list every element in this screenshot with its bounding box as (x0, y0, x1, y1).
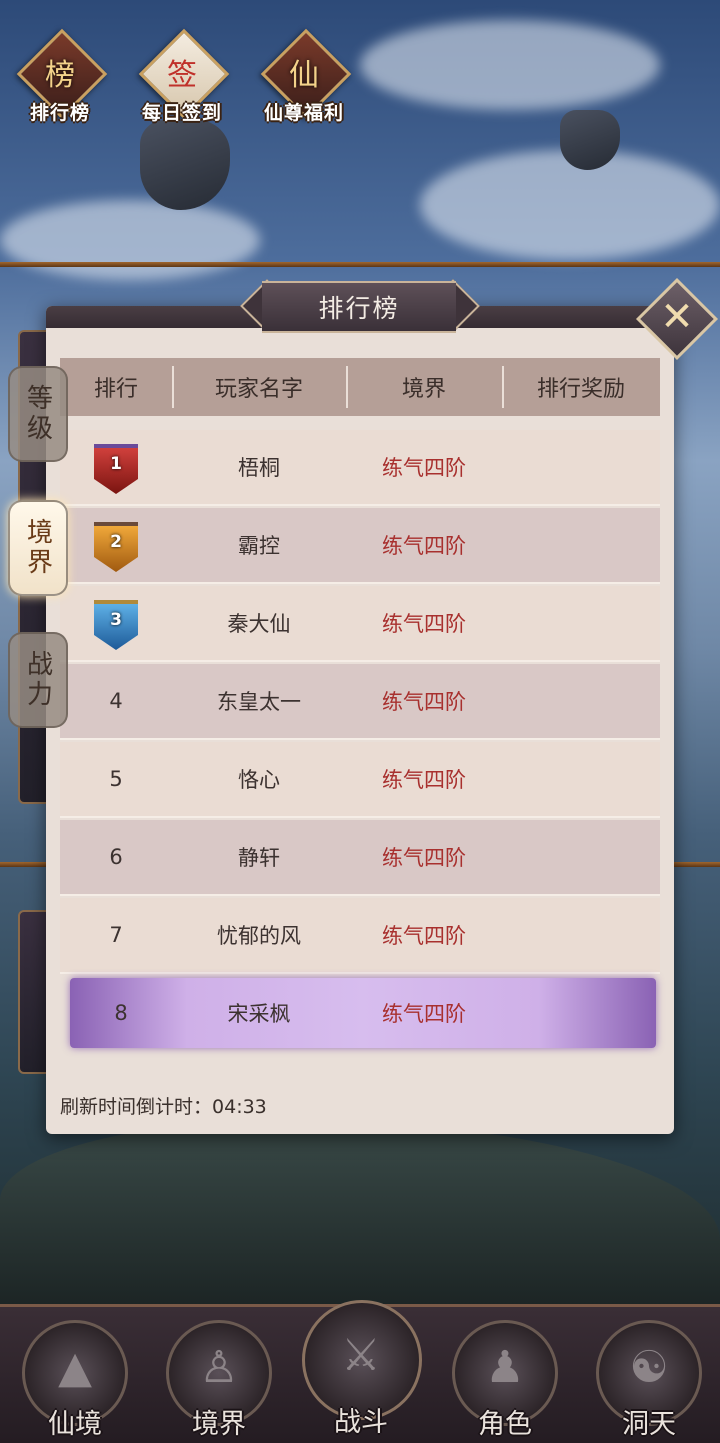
mountain-icon: ▲ (58, 1342, 92, 1393)
rank-cell: 1 (60, 444, 172, 494)
immortal-welfare-icon-button[interactable]: 仙 仙尊福利 (258, 28, 352, 128)
background-cloud (0, 200, 260, 280)
player-realm: 练气四阶 (382, 924, 466, 948)
self-rank-row[interactable]: 8 宋采枫 练气四阶 (70, 978, 656, 1048)
table-row[interactable]: 6 静轩 练气四阶 (60, 820, 660, 896)
player-realm: 练气四阶 (382, 846, 466, 870)
player-name: 秦大仙 (227, 612, 291, 636)
nav-cave-heaven[interactable]: ☯ 洞天 (596, 1316, 702, 1440)
player-realm: 练气四阶 (382, 612, 466, 636)
nav-fairyland[interactable]: ▲ 仙境 (22, 1316, 128, 1440)
nav-character[interactable]: ♟ 角色 (452, 1316, 558, 1440)
table-row[interactable]: 7 忧郁的风 练气四阶 (60, 898, 660, 974)
immortal-welfare-label: 仙尊福利 (263, 102, 344, 124)
table-row[interactable]: 3 秦大仙 练气四阶 (60, 586, 660, 662)
triskelion-icon: ☯ (629, 1342, 669, 1393)
tab-realm[interactable]: 境界 (8, 500, 68, 596)
column-header-realm: 境界 (346, 358, 502, 416)
background-floating-rock (0, 1120, 720, 1320)
nav-realm[interactable]: ♙ 境界 (166, 1316, 272, 1440)
table-row[interactable]: 4 东皇太一 练气四阶 (60, 664, 660, 740)
tab-power[interactable]: 战力 (8, 632, 68, 728)
nav-battle[interactable]: ⚔ 战斗 (302, 1296, 422, 1438)
rank-number: 3 (110, 610, 122, 630)
player-realm: 练气四阶 (382, 768, 466, 792)
rank-number: 6 (109, 845, 123, 869)
rank-number: 5 (109, 767, 123, 791)
player-name: 霸控 (238, 534, 280, 558)
nav-realm-label: 境界 (192, 1409, 246, 1440)
player-name: 梧桐 (238, 456, 280, 480)
panel-title-banner: 排行榜 (240, 279, 480, 333)
column-header-player-name: 玩家名字 (172, 358, 346, 416)
character-icon: ♟ (485, 1342, 525, 1393)
player-realm: 练气四阶 (382, 534, 466, 558)
player-name: 东皇太一 (217, 690, 301, 714)
background-cloud (360, 20, 660, 110)
background-cloud (420, 150, 720, 260)
player-name: 静轩 (238, 846, 280, 870)
meditation-icon: ♙ (199, 1342, 239, 1393)
player-name: 忧郁的风 (217, 924, 301, 948)
daily-signin-label: 每日签到 (141, 102, 222, 124)
background-floating-rock (140, 120, 230, 210)
immortal-welfare-glyph: 仙 (289, 58, 319, 93)
leaderboard-glyph: 榜 (45, 58, 75, 93)
table-header: 排行 玩家名字 境界 排行奖励 (60, 358, 660, 416)
daily-signin-glyph: 签 (167, 58, 197, 93)
nav-cave-heaven-label: 洞天 (622, 1409, 676, 1440)
nav-character-label: 角色 (478, 1409, 532, 1440)
refresh-countdown: 刷新时间倒计时：04:33 (60, 1092, 267, 1119)
rank-number: 8 (114, 1001, 128, 1025)
table-row[interactable]: 2 霸控 练气四阶 (60, 508, 660, 584)
column-header-rank: 排行 (93, 377, 138, 402)
player-name: 宋采枫 (227, 1002, 291, 1026)
nav-battle-label: 战斗 (334, 1407, 388, 1438)
nav-fairyland-label: 仙境 (48, 1409, 102, 1440)
table-row[interactable]: 1 梧桐 练气四阶 (60, 430, 660, 506)
player-realm: 练气四阶 (382, 456, 466, 480)
rank-medal-icon: 3 (94, 600, 138, 650)
rank-number: 7 (109, 923, 123, 947)
player-realm: 练气四阶 (382, 690, 466, 714)
refresh-countdown-time: 04:33 (212, 1096, 267, 1118)
daily-signin-icon-button[interactable]: 签 每日签到 (136, 28, 230, 128)
rank-cell: 3 (60, 600, 172, 650)
rank-number: 2 (110, 532, 122, 552)
tab-level[interactable]: 等级 (8, 366, 68, 462)
column-header-reward: 排行奖励 (502, 358, 660, 416)
page-title: 排行榜 (318, 294, 400, 323)
rank-number: 4 (109, 689, 123, 713)
player-realm: 练气四阶 (382, 1002, 466, 1026)
close-icon[interactable]: ✕ (648, 288, 706, 346)
rank-cell: 2 (60, 522, 172, 572)
table-row[interactable]: 5 恪心 练气四阶 (60, 742, 660, 818)
refresh-countdown-label: 刷新时间倒计时： (60, 1096, 213, 1118)
leaderboard-label: 排行榜 (29, 102, 90, 124)
rank-medal-icon: 2 (94, 522, 138, 572)
crossed-swords-icon: ⚔ (341, 1330, 381, 1381)
leaderboard-panel: 排行 玩家名字 境界 排行奖励 1 梧桐 练气四阶 2 霸控 练气四阶 3 秦大… (46, 306, 674, 1134)
background-rope (0, 262, 720, 267)
leaderboard-icon-button[interactable]: 榜 排行榜 (14, 28, 108, 128)
rank-medal-icon: 1 (94, 444, 138, 494)
rank-number: 1 (110, 454, 122, 474)
player-name: 恪心 (238, 768, 280, 792)
